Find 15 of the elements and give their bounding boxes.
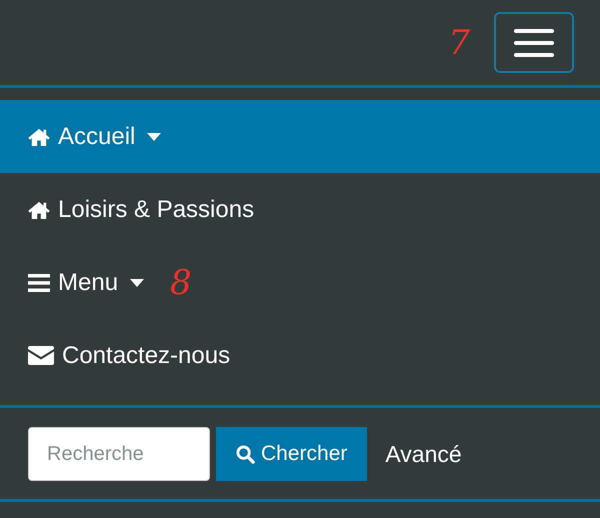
nav-link[interactable]: Contactez-nous bbox=[0, 319, 230, 392]
annotation-mark: 7 bbox=[448, 26, 470, 60]
nav-link[interactable]: Loisirs & Passions bbox=[0, 173, 254, 246]
menu-toggle-button[interactable] bbox=[494, 12, 574, 73]
search-field[interactable]: Recherche bbox=[28, 427, 210, 481]
search-button[interactable]: Chercher bbox=[216, 427, 368, 481]
search-icon bbox=[236, 444, 255, 464]
menu-icon bbox=[514, 28, 554, 56]
home-icon bbox=[28, 128, 50, 146]
menu-icon bbox=[28, 274, 50, 292]
envelope-icon bbox=[28, 346, 54, 365]
nav-link[interactable]: Menu bbox=[0, 246, 144, 319]
advanced-search-link[interactable]: Avancé bbox=[385, 436, 462, 472]
home-icon bbox=[28, 200, 50, 218]
annotation-mark: 8 bbox=[170, 266, 192, 300]
